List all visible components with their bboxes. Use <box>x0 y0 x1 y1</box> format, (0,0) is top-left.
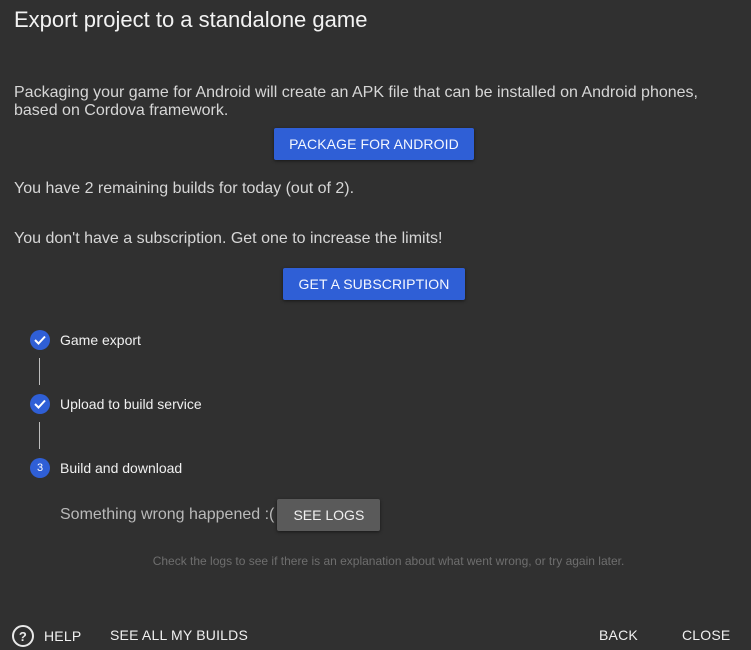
build-error-message: Something wrong happened :( <box>60 506 275 523</box>
step-game-export: Game export <box>30 330 141 350</box>
dialog-title: Export project to a standalone game <box>14 7 368 32</box>
question-circle-icon: ? <box>12 625 34 647</box>
build-error-row: Something wrong happened :( SEE LOGS <box>60 499 381 531</box>
check-icon <box>30 394 50 414</box>
back-button[interactable]: BACK <box>599 627 638 643</box>
android-description: Packaging your game for Android will cre… <box>14 84 698 119</box>
close-button[interactable]: CLOSE <box>682 627 730 643</box>
export-dialog: Export project to a standalone game Pack… <box>0 0 751 650</box>
package-for-android-button[interactable]: PACKAGE FOR ANDROID <box>274 128 474 160</box>
step-number-badge: 3 <box>30 458 50 478</box>
step-connector <box>39 422 40 449</box>
step-connector <box>39 358 40 385</box>
step-label: Upload to build service <box>60 396 202 412</box>
step-upload: Upload to build service <box>30 394 202 414</box>
check-icon <box>30 330 50 350</box>
step-label: Build and download <box>60 460 183 476</box>
step-label: Game export <box>60 332 141 348</box>
remaining-builds-text: You have 2 remaining builds for today (o… <box>14 180 355 197</box>
build-error-hint: Check the logs to see if there is an exp… <box>152 554 625 568</box>
help-button[interactable]: ? HELP <box>12 625 81 647</box>
no-subscription-text: You don't have a subscription. Get one t… <box>14 230 443 247</box>
get-subscription-button[interactable]: GET A SUBSCRIPTION <box>283 268 465 300</box>
help-label: HELP <box>44 628 82 644</box>
see-logs-button[interactable]: SEE LOGS <box>277 499 381 531</box>
see-all-builds-button[interactable]: SEE ALL MY BUILDS <box>110 627 248 643</box>
step-build-download: 3 Build and download <box>30 458 182 478</box>
